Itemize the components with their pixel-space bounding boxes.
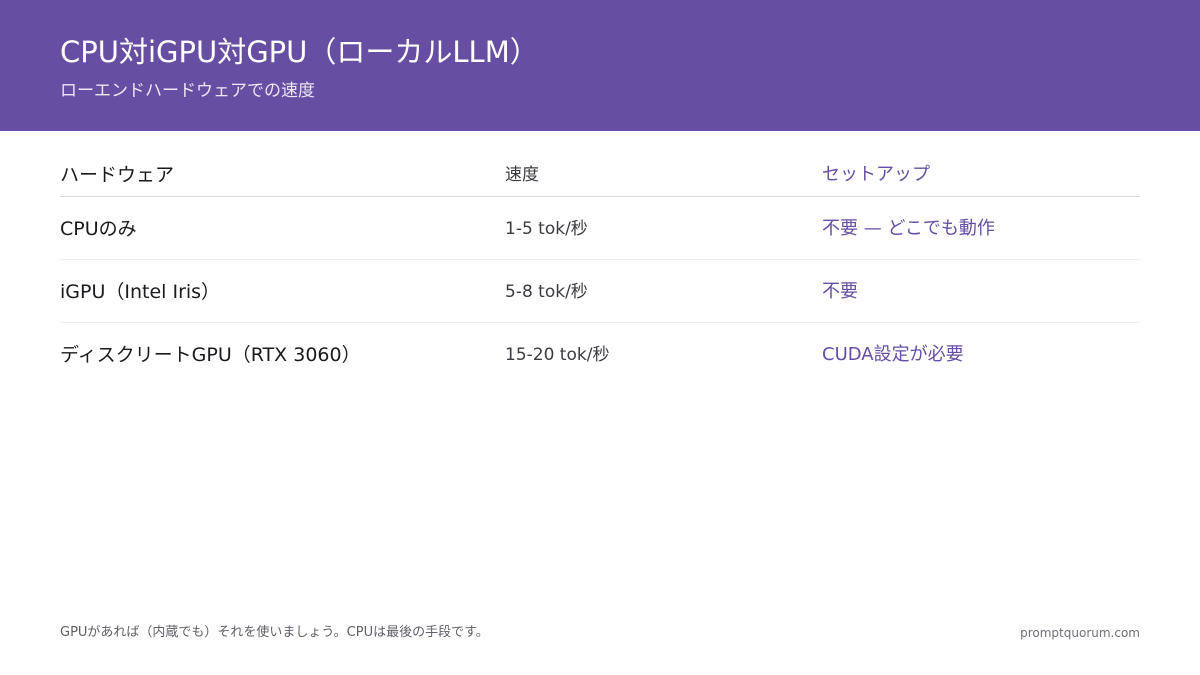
- table-row: CPUのみ 1-5 tok/秒 不要 — どこでも動作: [60, 197, 1140, 260]
- hardware-cell: iGPU（Intel Iris）: [60, 281, 221, 303]
- setup-cell: CUDA設定が必要: [822, 344, 964, 365]
- speed-cell: 1-5 tok/秒: [505, 219, 588, 239]
- column-header-speed: 速度: [505, 165, 539, 185]
- table-header: ハードウェア 速度 セットアップ: [60, 160, 1140, 197]
- setup-cell: 不要 — どこでも動作: [822, 218, 995, 239]
- column-header-hardware: ハードウェア: [60, 164, 175, 186]
- speed-cell: 5-8 tok/秒: [505, 282, 588, 302]
- column-header-setup: セットアップ: [822, 164, 930, 185]
- table-row: ディスクリートGPU（RTX 3060） 15-20 tok/秒 CUDA設定が…: [60, 323, 1140, 385]
- header-banner: CPU対iGPU対GPU（ローカルLLM） ローエンドハードウェアでの速度: [0, 0, 1200, 131]
- comparison-table: ハードウェア 速度 セットアップ CPUのみ 1-5 tok/秒 不要 — どこ…: [60, 160, 1140, 385]
- footer-note: GPUがあれば（内蔵でも）それを使いましょう。CPUは最後の手段です。: [60, 625, 489, 640]
- setup-cell: 不要: [822, 281, 858, 302]
- speed-cell: 15-20 tok/秒: [505, 345, 610, 365]
- footer-site-label: promptquorum.com: [1020, 626, 1140, 640]
- hardware-cell: ディスクリートGPU（RTX 3060）: [60, 344, 361, 366]
- page-subtitle: ローエンドハードウェアでの速度: [60, 81, 315, 101]
- hardware-cell: CPUのみ: [60, 218, 137, 240]
- table-row: iGPU（Intel Iris） 5-8 tok/秒 不要: [60, 260, 1140, 323]
- page-title: CPU対iGPU対GPU（ローカルLLM）: [60, 35, 539, 69]
